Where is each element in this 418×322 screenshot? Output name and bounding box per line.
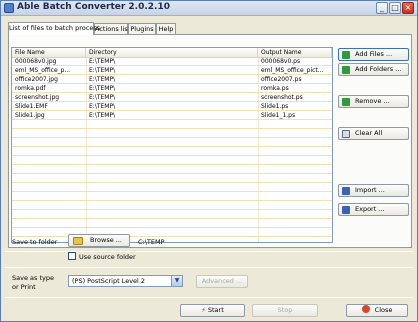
table-row: [12, 211, 332, 219]
cell-output-name: Slide1_1.ps: [261, 112, 296, 119]
cell-file-name: screenshot.jpg: [15, 94, 60, 101]
cell-output-name: eml_MS_office_pict...: [261, 67, 324, 74]
table-row[interactable]: screenshot.jpg E:\TEMP\ screenshot.ps: [12, 94, 332, 102]
cell-directory: E:\TEMP\: [89, 58, 116, 65]
use-source-folder-checkbox[interactable]: [68, 252, 76, 260]
title-bar[interactable]: Able Batch Converter 2.0.2.10 _ □ ×: [1, 1, 417, 16]
app-window: Able Batch Converter 2.0.2.10 _ □ × List…: [0, 0, 418, 322]
table-row: [12, 121, 332, 129]
start-label: Start: [207, 306, 224, 314]
cell-output-name: 000068v0.ps: [261, 58, 301, 65]
column-header-output-name[interactable]: Output Name: [258, 48, 332, 58]
column-header-file-name[interactable]: File Name: [12, 48, 86, 58]
column-header-directory[interactable]: Directory: [86, 48, 258, 58]
cell-directory: E:\TEMP\: [89, 103, 116, 110]
window-title: Able Batch Converter 2.0.2.10: [17, 2, 170, 12]
table-row: [12, 202, 332, 210]
app-logo-icon: [4, 3, 14, 13]
advanced-button[interactable]: Advanced ...: [196, 275, 248, 288]
cell-output-name: screenshot.ps: [261, 94, 303, 101]
cell-file-name: 000068v0.jpg: [15, 58, 57, 65]
cell-file-name: Slide1.jpg: [15, 112, 45, 119]
tab-files[interactable]: List of files to batch process: [8, 22, 100, 35]
table-row: [12, 220, 332, 228]
close-label: Close: [374, 306, 393, 314]
cell-directory: E:\TEMP\: [89, 76, 116, 83]
output-format-value: (PS) PostScript Level 2: [72, 277, 146, 285]
add-folder-icon: [342, 66, 350, 74]
table-row: [12, 238, 332, 242]
start-icon: ⚡︎: [201, 306, 208, 314]
export-arrow-icon: [342, 206, 350, 214]
table-row: [12, 148, 332, 156]
add-file-icon: [342, 51, 350, 59]
start-button[interactable]: ⚡︎ Start: [180, 304, 245, 317]
add-files-button[interactable]: Add Files ...: [338, 48, 409, 61]
clear-all-label: Clear All: [355, 129, 383, 137]
add-files-label: Add Files ...: [355, 50, 393, 58]
chevron-down-icon[interactable]: ▼: [171, 276, 182, 286]
minimize-button[interactable]: _: [376, 2, 388, 14]
use-source-folder-label: Use source folder: [79, 253, 136, 261]
separator: [5, 267, 413, 268]
or-print-label: or Print: [12, 283, 36, 291]
table-row: [12, 157, 332, 165]
close-button[interactable]: Close: [346, 304, 408, 317]
table-row: [12, 130, 332, 138]
browse-button[interactable]: Browse ...: [68, 234, 130, 247]
cell-file-name: Slide1.EMF: [15, 103, 48, 110]
list-header: File Name Directory Output Name: [12, 48, 332, 58]
clear-list-icon: [342, 130, 350, 138]
remove-label: Remove ...: [355, 97, 390, 105]
output-folder-path: C:\TEMP: [138, 238, 165, 246]
cell-directory: E:\TEMP\: [89, 94, 116, 101]
file-list[interactable]: File Name Directory Output Name 000068v0…: [11, 47, 333, 243]
output-format-select[interactable]: (PS) PostScript Level 2 ▼: [68, 275, 183, 287]
add-folders-button[interactable]: Add Folders ...: [338, 63, 409, 76]
add-folders-label: Add Folders ...: [355, 65, 402, 73]
folder-icon: [73, 237, 83, 245]
close-icon: [361, 305, 370, 313]
table-row[interactable]: office2007.jpg E:\TEMP\ office2007.ps: [12, 76, 332, 84]
table-row[interactable]: 000068v0.jpg E:\TEMP\ 000068v0.ps: [12, 58, 332, 66]
table-row[interactable]: Slide1.EMF E:\TEMP\ Slide1.ps: [12, 103, 332, 111]
cell-directory: E:\TEMP\: [89, 67, 116, 74]
stop-button[interactable]: Stop: [252, 304, 318, 317]
cell-output-name: office2007.ps: [261, 76, 302, 83]
save-to-folder-label: Save to folder: [12, 238, 58, 246]
table-row[interactable]: eml_MS_office_p... E:\TEMP\ eml_MS_office_…: [12, 67, 332, 75]
table-row: [12, 139, 332, 147]
import-arrow-icon: [342, 187, 350, 195]
remove-arrow-icon: [342, 98, 350, 106]
save-as-type-label: Save as type: [12, 274, 54, 282]
table-row: [12, 166, 332, 174]
import-button[interactable]: Import ...: [338, 184, 409, 197]
table-row: [12, 175, 332, 183]
separator: [5, 297, 413, 298]
cell-output-name: romka.ps: [261, 85, 289, 92]
cell-file-name: eml_MS_office_p...: [15, 67, 71, 74]
cell-directory: E:\TEMP\: [89, 85, 116, 92]
table-row: [12, 184, 332, 192]
maximize-button[interactable]: □: [389, 2, 401, 14]
table-row: [12, 193, 332, 201]
close-window-button[interactable]: ×: [402, 2, 414, 14]
table-row: [12, 229, 332, 237]
import-label: Import ...: [355, 186, 385, 194]
export-label: Export ...: [355, 205, 385, 213]
separator: [5, 251, 413, 252]
remove-button[interactable]: Remove ...: [338, 95, 409, 108]
browse-label: Browse ...: [90, 236, 122, 244]
export-button[interactable]: Export ...: [338, 203, 409, 216]
table-row[interactable]: romka.pdf E:\TEMP\ romka.ps: [12, 85, 332, 93]
clear-all-button[interactable]: Clear All: [338, 127, 409, 140]
table-row[interactable]: Slide1.jpg E:\TEMP\ Slide1_1.ps: [12, 112, 332, 120]
cell-directory: E:\TEMP\: [89, 112, 116, 119]
cell-output-name: Slide1.ps: [261, 103, 289, 110]
cell-file-name: office2007.jpg: [15, 76, 58, 83]
cell-file-name: romka.pdf: [15, 85, 46, 92]
